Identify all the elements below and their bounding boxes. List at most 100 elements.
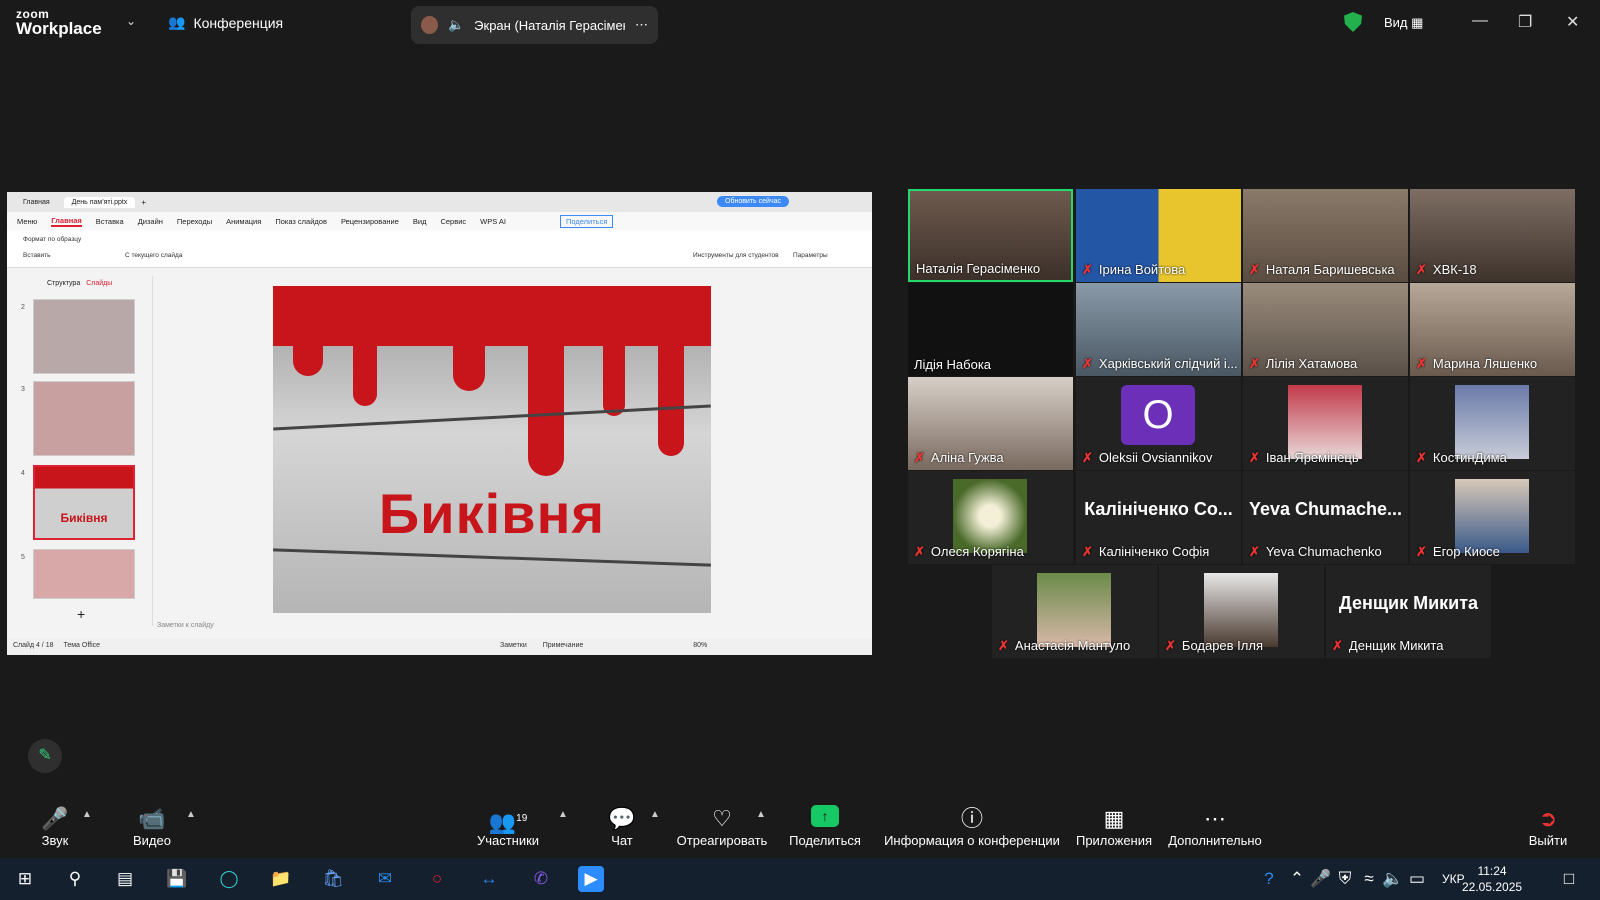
- participant-tile[interactable]: Калініченко Со... ✗ Калініченко Софія: [1076, 471, 1241, 564]
- participant-tile[interactable]: ✗ Марина Ляшенко: [1410, 283, 1575, 376]
- slide-thumb-4[interactable]: Биківня: [33, 465, 135, 540]
- chevron-up-icon[interactable]: ▲: [650, 809, 660, 820]
- menu-item-home[interactable]: Главная: [51, 216, 82, 227]
- chevron-down-icon[interactable]: ⌄: [126, 14, 136, 28]
- edge-icon[interactable]: ◯: [216, 866, 242, 892]
- participant-tile[interactable]: ✗ Іван Яремінець: [1243, 377, 1408, 470]
- menu-item[interactable]: Сервис: [440, 217, 466, 226]
- participant-tile[interactable]: ✗ Анастасія Мантуло: [992, 565, 1157, 658]
- participant-tile[interactable]: Денщик Микита ✗ Денщик Микита: [1326, 565, 1491, 658]
- participant-tile[interactable]: Лідія Набока: [908, 283, 1073, 376]
- student-tools-button[interactable]: Инструменты для студентов: [693, 252, 779, 259]
- participant-tile[interactable]: ✗ Наталя Баришевська: [1243, 189, 1408, 282]
- chevron-up-icon[interactable]: ▲: [756, 809, 766, 820]
- network-icon[interactable]: ≈: [1356, 866, 1382, 892]
- slide-thumb-3[interactable]: [33, 381, 135, 456]
- save-app-icon[interactable]: 💾: [164, 866, 190, 892]
- format-painter-button[interactable]: Формат по образцу: [23, 236, 81, 243]
- participants-button[interactable]: 👥19 Участники: [470, 805, 546, 848]
- menu-item[interactable]: Переходы: [177, 217, 212, 226]
- shield-icon[interactable]: ⛨: [1332, 866, 1358, 892]
- slide-thumb-2[interactable]: [33, 299, 135, 374]
- slides-tab[interactable]: Слайды: [86, 280, 112, 287]
- tab-home[interactable]: Главная: [15, 196, 58, 208]
- participant-tile[interactable]: ✗ ХВК-18: [1410, 189, 1575, 282]
- menu-item[interactable]: WPS AI: [480, 217, 506, 226]
- structure-tab[interactable]: Структура: [47, 280, 80, 287]
- participant-tile[interactable]: O ✗ Oleksii Ovsiannikov: [1076, 377, 1241, 470]
- shield-icon[interactable]: [1344, 12, 1362, 32]
- battery-icon[interactable]: ▭: [1404, 866, 1430, 892]
- share-status-pill[interactable]: 🔈 Экран (Наталія Герасіменк ⋯: [411, 6, 658, 44]
- view-button[interactable]: Вид ▦: [1384, 15, 1423, 31]
- restore-icon[interactable]: ❐: [1518, 12, 1532, 32]
- clock[interactable]: 11:24 22.05.2025: [1462, 863, 1522, 895]
- windows-start-icon[interactable]: ⊞: [12, 866, 38, 892]
- paste-button[interactable]: Вставить: [23, 252, 51, 259]
- menu-item[interactable]: Анимация: [226, 217, 261, 226]
- menu-item[interactable]: Меню: [17, 217, 37, 226]
- annotate-pen-icon[interactable]: ✎: [28, 739, 62, 773]
- participant-tile[interactable]: ✗ Лілія Хатамова: [1243, 283, 1408, 376]
- notes-field[interactable]: Заметки к слайду: [157, 622, 214, 629]
- chevron-up-icon[interactable]: ⌃: [1284, 866, 1310, 892]
- participant-tile[interactable]: Yeva Chumache... ✗ Yeva Chumachenko: [1243, 471, 1408, 564]
- from-current-slide-button[interactable]: С текущего слайда: [125, 252, 182, 259]
- menu-item[interactable]: Показ слайдов: [275, 217, 327, 226]
- zoom-taskbar-icon[interactable]: ▶: [578, 866, 604, 892]
- file-explorer-icon[interactable]: 📁: [268, 866, 294, 892]
- leave-button[interactable]: ➲ Выйти: [1528, 805, 1568, 848]
- audio-button[interactable]: 🎤 Звук: [34, 805, 76, 848]
- share-screen-button[interactable]: ↑ Поделиться: [788, 805, 862, 848]
- menu-item[interactable]: Дизайн: [138, 217, 163, 226]
- participant-tile[interactable]: ✗ Бодарев Ілля: [1159, 565, 1324, 658]
- shared-screen[interactable]: Главная День пам'яті.pptx + Обновить сей…: [7, 192, 872, 655]
- apps-button[interactable]: ▦ Приложения: [1074, 805, 1154, 848]
- outlook-icon[interactable]: ✉: [372, 866, 398, 892]
- mic-icon[interactable]: 🎤: [1308, 866, 1334, 892]
- store-icon[interactable]: 🛍: [320, 866, 346, 892]
- volume-icon[interactable]: 🔈: [1380, 866, 1406, 892]
- comment-toggle[interactable]: Примечание: [543, 642, 584, 649]
- viber-icon[interactable]: ✆: [528, 866, 554, 892]
- menu-item[interactable]: Вставка: [96, 217, 124, 226]
- participant-tile[interactable]: ✗ Олеся Корягіна: [908, 471, 1073, 564]
- participant-tile[interactable]: ✗ КостинДима: [1410, 377, 1575, 470]
- react-button[interactable]: ♡ Отреагировать: [676, 805, 768, 848]
- zoom-level[interactable]: 80%: [693, 642, 707, 649]
- minimize-icon[interactable]: —: [1472, 12, 1488, 30]
- menu-item[interactable]: Рецензирование: [341, 217, 399, 226]
- chat-button[interactable]: 💬 Чат: [600, 805, 644, 848]
- participant-tile[interactable]: ✗ Егор Киосе: [1410, 471, 1575, 564]
- chevron-up-icon[interactable]: ▲: [558, 809, 568, 820]
- update-button[interactable]: Обновить сейчас: [717, 196, 789, 207]
- more-button[interactable]: ⋯ Дополнительно: [1168, 805, 1262, 848]
- participant-tile[interactable]: Наталія Герасіменко: [908, 189, 1073, 282]
- chevron-up-icon[interactable]: ▲: [82, 809, 92, 820]
- params-button[interactable]: Параметры: [793, 252, 828, 259]
- search-icon[interactable]: ⚲: [62, 866, 88, 892]
- participant-tile[interactable]: ✗ Ірина Войтова: [1076, 189, 1241, 282]
- participant-tile[interactable]: ✗ Аліна Гужва: [908, 377, 1073, 470]
- participant-tile[interactable]: ✗ Харківський слідчий і...: [1076, 283, 1241, 376]
- teamviewer-icon[interactable]: ↔: [476, 866, 502, 892]
- tab-document[interactable]: День пам'яті.pptx: [63, 196, 136, 208]
- add-tab-icon[interactable]: +: [141, 198, 146, 207]
- slide-canvas[interactable]: Биківня: [273, 286, 711, 613]
- meeting-info-toolbar-button[interactable]: ⓘ Информация о конференции: [884, 805, 1060, 848]
- video-button[interactable]: 📹 Видео: [124, 805, 180, 848]
- opera-icon[interactable]: ○: [424, 866, 450, 892]
- task-view-icon[interactable]: ▤: [112, 866, 138, 892]
- menu-item[interactable]: Вид: [413, 217, 427, 226]
- mic-muted-icon: ✗: [1082, 450, 1093, 465]
- close-icon[interactable]: ✕: [1566, 12, 1579, 32]
- share-doc-button[interactable]: Поделиться: [559, 214, 614, 228]
- slide-thumb-5[interactable]: [33, 549, 135, 599]
- more-icon[interactable]: ⋯: [635, 17, 648, 33]
- notifications-icon[interactable]: □: [1556, 866, 1582, 892]
- add-slide-icon[interactable]: +: [77, 606, 85, 622]
- notes-toggle[interactable]: Заметки: [500, 642, 527, 649]
- meeting-info-button[interactable]: 👥 Конференция: [168, 14, 283, 31]
- chevron-up-icon[interactable]: ▲: [186, 809, 196, 820]
- help-icon[interactable]: ?: [1256, 866, 1282, 892]
